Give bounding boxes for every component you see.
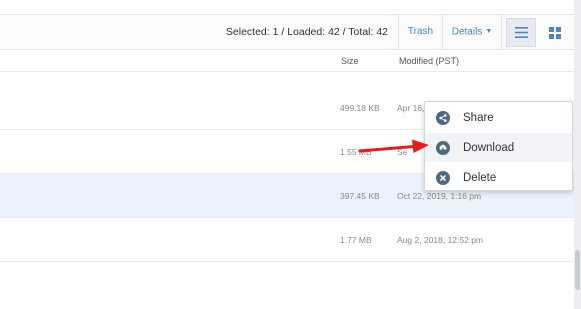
file-row[interactable]: 1.77 MB Aug 2, 2018, 12:52 pm xyxy=(0,218,574,262)
list-view-button[interactable] xyxy=(506,18,536,47)
menu-item-download[interactable]: Download xyxy=(425,133,572,162)
caret-down-icon: ▼ xyxy=(485,28,493,35)
vertical-scrollbar[interactable] xyxy=(574,0,581,309)
details-label: Details xyxy=(451,26,483,38)
trash-button[interactable]: Trash xyxy=(398,15,442,49)
file-size: 499.18 KB xyxy=(340,103,380,113)
file-browser-panel: Selected: 1 / Loaded: 42 / Total: 42 Tra… xyxy=(0,0,574,309)
file-modified: Apr 16, xyxy=(397,103,425,113)
file-modified: Se xyxy=(397,147,408,157)
scrollbar-thumb[interactable] xyxy=(575,250,580,290)
selection-status: Selected: 1 / Loaded: 42 / Total: 42 xyxy=(225,26,388,38)
toolbar: Selected: 1 / Loaded: 42 / Total: 42 Tra… xyxy=(0,14,574,50)
delete-icon xyxy=(436,170,450,185)
download-icon xyxy=(436,140,450,155)
context-menu: Share Download Delete xyxy=(424,101,573,191)
details-dropdown[interactable]: Details ▼ xyxy=(442,15,502,49)
menu-item-label: Share xyxy=(463,111,494,124)
list-icon xyxy=(514,27,528,38)
column-header: Size Modified (PST) xyxy=(0,50,574,72)
grid-icon xyxy=(549,26,561,39)
menu-item-delete[interactable]: Delete xyxy=(425,163,572,192)
menu-item-label: Delete xyxy=(463,171,497,184)
file-size: 397.45 KB xyxy=(340,191,380,201)
grid-view-button[interactable] xyxy=(540,18,570,47)
file-size: 1.55 MB xyxy=(340,147,372,157)
menu-item-label: Download xyxy=(463,141,515,154)
file-modified: Aug 2, 2018, 12:52 pm xyxy=(397,235,484,245)
column-size-header[interactable]: Size xyxy=(341,50,359,72)
file-size: 1.77 MB xyxy=(340,235,372,245)
column-modified-header[interactable]: Modified (PST) xyxy=(399,50,459,72)
share-icon xyxy=(436,110,450,125)
menu-item-share[interactable]: Share xyxy=(425,103,572,132)
